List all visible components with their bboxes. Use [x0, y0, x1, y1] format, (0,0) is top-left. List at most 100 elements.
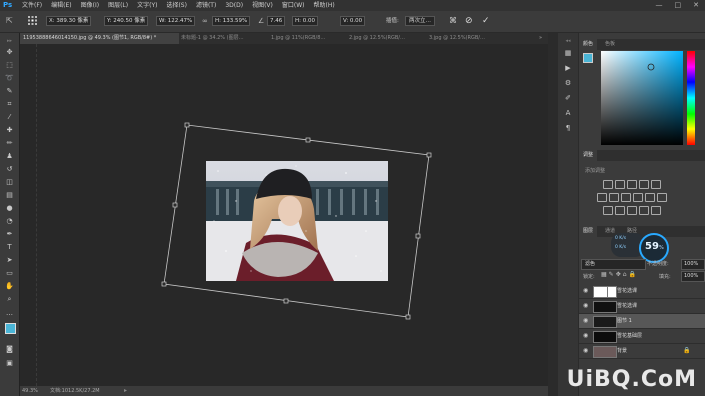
stamp-tool-icon[interactable]: ♟: [5, 152, 14, 160]
tab-document[interactable]: 1.jpg @ 11%(RGB/8…: [268, 33, 347, 44]
levels-adjust-icon[interactable]: [615, 180, 625, 189]
menu-edit[interactable]: 编辑(E): [51, 0, 71, 11]
layer-row[interactable]: ◉ 雪花选课: [579, 299, 705, 314]
hskew-field[interactable]: H: 0.00: [292, 16, 318, 26]
screen-mode-icon[interactable]: ▣: [5, 359, 14, 367]
dodge-tool-icon[interactable]: ◔: [5, 217, 14, 225]
cancel-transform-button[interactable]: ⊘: [465, 16, 473, 26]
hue-slider[interactable]: [687, 51, 695, 145]
tab-document[interactable]: 3.jpg @ 12.5%(RGB/…: [426, 33, 509, 44]
menu-image[interactable]: 图像(I): [81, 0, 99, 11]
tab-swatches[interactable]: 色板: [601, 39, 619, 50]
brightness-adjust-icon[interactable]: [603, 180, 613, 189]
tab-adjustments[interactable]: 调整: [579, 150, 598, 161]
menu-select[interactable]: 选择(S): [166, 0, 187, 11]
menu-3d[interactable]: 3D(D): [225, 0, 243, 11]
tab-document[interactable]: 未标题-1 @ 34.2% (图层…: [178, 33, 269, 44]
posterize-icon[interactable]: [615, 206, 625, 215]
eraser-tool-icon[interactable]: ◫: [5, 178, 14, 186]
canvas-area[interactable]: [20, 44, 548, 386]
link-icon[interactable]: ∞: [202, 16, 208, 26]
foreground-color-swatch[interactable]: [5, 323, 16, 334]
menu-window[interactable]: 窗口(W): [282, 0, 305, 11]
close-button[interactable]: ✕: [693, 0, 699, 11]
gradient-map-icon[interactable]: [639, 206, 649, 215]
menu-type[interactable]: 文字(Y): [137, 0, 157, 11]
warp-icon[interactable]: ⌘: [449, 16, 457, 26]
selective-color-icon[interactable]: [651, 206, 661, 215]
maximize-button[interactable]: □: [675, 0, 682, 11]
menu-file[interactable]: 文件(F): [22, 0, 42, 11]
brush-panel-icon[interactable]: ✐: [563, 94, 573, 103]
reference-point-icon[interactable]: [28, 16, 37, 26]
minimize-button[interactable]: —: [656, 0, 663, 11]
actions-panel-icon[interactable]: ▶: [563, 64, 573, 73]
zoom-level[interactable]: 49.3%: [22, 386, 38, 396]
crop-tool-icon[interactable]: ⌗: [5, 100, 14, 108]
transform-bounding-box[interactable]: [20, 44, 548, 386]
type-tool-icon[interactable]: T: [5, 243, 14, 251]
tab-color[interactable]: 颜色: [579, 39, 598, 50]
visibility-eye-icon[interactable]: ◉: [583, 288, 589, 294]
hue-saturation-icon[interactable]: [597, 193, 607, 202]
healing-tool-icon[interactable]: ✚: [5, 126, 14, 134]
black-white-icon[interactable]: [621, 193, 631, 202]
hand-tool-icon[interactable]: ✋: [5, 282, 14, 290]
vskew-field[interactable]: V: 0.00: [340, 16, 366, 26]
visibility-eye-icon[interactable]: ◉: [583, 303, 589, 309]
layer-row[interactable]: ◉ 雪花选课: [579, 284, 705, 299]
eyedropper-tool-icon[interactable]: ⁄: [5, 113, 14, 121]
lasso-tool-icon[interactable]: ➰: [5, 74, 14, 82]
fill-field[interactable]: 100%: [681, 271, 705, 282]
visibility-eye-icon[interactable]: ◉: [583, 333, 589, 339]
zoom-tool-icon[interactable]: ⌕: [5, 295, 14, 303]
pen-tool-icon[interactable]: ✒: [5, 230, 14, 238]
commit-transform-button[interactable]: ✓: [482, 16, 490, 26]
visibility-eye-icon[interactable]: ◉: [583, 348, 589, 354]
paragraph-panel-icon[interactable]: ¶: [563, 124, 573, 133]
menu-help[interactable]: 帮助(H): [314, 0, 335, 11]
tab-document-active[interactable]: 1195388864601415​0.jpg @ 49.3% (图节1, RGB…: [20, 33, 179, 44]
layer-row-selected[interactable]: ◉ 图节 1: [579, 314, 705, 329]
layer-row[interactable]: ◉ 雪花基础层: [579, 329, 705, 344]
more-tools-icon[interactable]: …: [5, 309, 14, 317]
width-field[interactable]: W: 122.47%: [156, 16, 196, 26]
properties-panel-icon[interactable]: ⚙: [563, 79, 573, 88]
exposure-adjust-icon[interactable]: [639, 180, 649, 189]
y-field[interactable]: Y: 240.50 像素: [104, 16, 149, 26]
move-tool-icon[interactable]: ✥: [5, 48, 14, 56]
lock-icons[interactable]: ▦✎✥⌂🔒: [601, 271, 638, 278]
tab-layers[interactable]: 图层: [579, 226, 598, 237]
color-lookup-icon[interactable]: [657, 193, 667, 202]
photo-filter-icon[interactable]: [633, 193, 643, 202]
gradient-tool-icon[interactable]: ▤: [5, 191, 14, 199]
invert-icon[interactable]: [603, 206, 613, 215]
character-panel-icon[interactable]: A: [563, 109, 573, 118]
opacity-field[interactable]: 100%: [681, 259, 705, 270]
curves-adjust-icon[interactable]: [627, 180, 637, 189]
history-brush-icon[interactable]: ↺: [5, 165, 14, 173]
shape-tool-icon[interactable]: ▭: [5, 269, 14, 277]
vibrance-adjust-icon[interactable]: [651, 180, 661, 189]
visibility-eye-icon[interactable]: ◉: [583, 318, 589, 324]
color-picker-field[interactable]: [601, 51, 683, 145]
history-panel-icon[interactable]: ▦: [563, 49, 573, 58]
height-field[interactable]: H: 133.59%: [212, 16, 251, 26]
threshold-icon[interactable]: [627, 206, 637, 215]
menu-view[interactable]: 视图(V): [252, 0, 273, 11]
quick-mask-icon[interactable]: ◙: [5, 345, 14, 353]
dock-collapse-icon[interactable]: ◂◂: [563, 37, 573, 46]
path-select-tool-icon[interactable]: ➤: [5, 256, 14, 264]
channel-mixer-icon[interactable]: [645, 193, 655, 202]
layer-row[interactable]: ◉ 背景 🔒: [579, 344, 705, 359]
blend-mode-select[interactable]: 滤色: [581, 259, 646, 270]
color-fg-swatch[interactable]: [583, 53, 593, 63]
x-field[interactable]: X: 389.30 像素: [46, 16, 92, 26]
marquee-tool-icon[interactable]: ⬚: [5, 61, 14, 69]
brush-tool-icon[interactable]: ✏: [5, 139, 14, 147]
status-arrow-icon[interactable]: ▸: [124, 386, 127, 396]
blur-tool-icon[interactable]: ●: [5, 204, 14, 212]
color-balance-icon[interactable]: [609, 193, 619, 202]
tab-overflow-icon[interactable]: »: [536, 33, 549, 44]
menu-filter[interactable]: 滤镜(T): [196, 0, 216, 11]
